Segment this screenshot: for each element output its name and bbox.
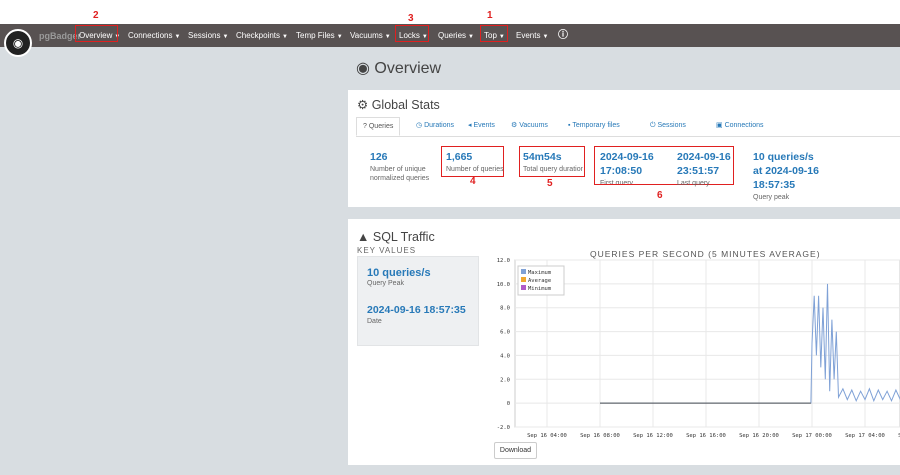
stat-queries-value: 1,665 (446, 151, 473, 163)
annotation-box-locks (395, 25, 429, 42)
annotation-box-top (480, 25, 508, 42)
caret-down-icon: ▼ (174, 34, 181, 40)
tab-connections[interactable]: ▣ Connections (716, 117, 764, 136)
legend-label: Minimum (528, 286, 552, 292)
top-band (0, 0, 900, 24)
nav-events[interactable]: Events ▼ (516, 24, 548, 47)
stat-duration-label: Total query duration (523, 166, 583, 173)
tab-durations[interactable]: ◷ Durations (416, 117, 454, 136)
stat-unique-queries-value: 126 (370, 151, 388, 163)
caret-down-icon: ▼ (336, 34, 343, 40)
y-tick-label: 10.0 (497, 282, 510, 288)
power-icon: ⏻ (650, 122, 656, 129)
stat-last-date: 2024-09-16 (677, 151, 731, 163)
stat-unique-queries-label-2: normalized queries (370, 175, 430, 182)
x-tick-label: Sep 16 16:00 (686, 433, 726, 439)
nav-connections[interactable]: Connections ▼ (128, 24, 180, 47)
annotation-number-5: 5 (547, 178, 553, 189)
tab-vacuums[interactable]: ⚙ Vacuums (511, 117, 548, 136)
plot-area (514, 259, 900, 428)
x-tick-label: Sep 16 20:00 (739, 433, 779, 439)
page-title: ◉ Overview (356, 60, 442, 77)
stat-unique-queries-label-1: Number of unique (370, 166, 426, 173)
caret-down-icon: ▼ (542, 34, 549, 40)
queries-chart: 12.0 10.0 8.0 6.0 4.0 2.0 0 -2.0 Sep 16 04:00 Sep… (497, 258, 900, 439)
caret-down-icon: ▼ (468, 34, 474, 40)
tab-queries[interactable]: ? Queries (356, 117, 401, 136)
global-stats-title: ⚙ Global Stats (357, 98, 440, 112)
key-values-box: 10 queries/s Query Peak 2024-09-16 18:57… (357, 256, 479, 346)
brand[interactable]: ◉ pgBadger (4, 24, 81, 57)
caret-down-icon: ▼ (222, 34, 229, 40)
tab-events[interactable]: ◂ Events (468, 117, 495, 136)
kv-peak-label: Query Peak (367, 280, 404, 287)
stat-first-time: 17:08:50 (600, 165, 643, 177)
cogs-icon: ⚙ (511, 122, 518, 129)
navbar: ◉ pgBadger Overview ▼ Connections ▼ Sessio… (0, 24, 900, 57)
y-tick-label: 0 (507, 401, 510, 407)
legend-label: Average (528, 278, 551, 284)
x-tick-label: Sep 17 04:00 (845, 433, 885, 439)
legend-label: Maximum (528, 270, 552, 276)
x-tick-label: Sep 17 00:00 (792, 433, 832, 439)
annotation-number-4: 4 (470, 176, 476, 187)
caret-down-icon: ▼ (282, 34, 288, 40)
nav-queries[interactable]: Queries ▼ (438, 24, 474, 47)
pgbadger-logo: ◉ (4, 28, 32, 57)
stat-duration-value: 54m54s (523, 151, 562, 163)
stat-last-label: Last query (677, 180, 710, 187)
x-tick-label: Sep 16 04:00 (527, 433, 567, 439)
x-tick-label: Sep 16 08:00 (580, 433, 620, 439)
eye-icon: ◉ (356, 60, 370, 77)
stat-peak-time: 18:57:35 (753, 179, 796, 191)
tab-sessions[interactable]: ⏻ Sessions (650, 117, 686, 136)
legend-swatch (521, 285, 526, 290)
nav-temp-files[interactable]: Temp Files ▼ (296, 24, 343, 47)
x-tick-label: Sep 16 12:00 (633, 433, 673, 439)
legend-swatch (521, 269, 526, 274)
caret-down-icon: ▼ (384, 34, 391, 40)
y-tick-label: 12.0 (497, 258, 510, 264)
stat-peak-label: Query peak (753, 194, 790, 201)
tab-divider (356, 136, 900, 137)
road-icon: ▲ (357, 230, 370, 244)
tab-temporary-files[interactable]: ▪ Temporary files (568, 117, 620, 136)
file-icon: ▪ (568, 122, 571, 129)
question-icon: ? (363, 123, 367, 130)
y-tick-label: 2.0 (500, 377, 510, 383)
stat-first-date: 2024-09-16 (600, 151, 654, 163)
y-tick-label: -2.0 (497, 425, 510, 431)
kv-date-value: 2024-09-16 18:57:35 (367, 304, 466, 316)
stat-queries-label: Number of queries (446, 166, 504, 173)
stat-last-time: 23:51:57 (677, 165, 720, 177)
plug-icon: ▣ (716, 122, 723, 129)
y-tick-label: 8.0 (500, 306, 510, 312)
nav-vacuums[interactable]: Vacuums ▼ (350, 24, 391, 47)
stat-peak-value: 10 queries/s (753, 151, 814, 163)
y-tick-label: 6.0 (500, 330, 510, 336)
stat-first-label: First query (600, 180, 634, 184)
key-values-title: KEY VALUES (357, 246, 417, 255)
nav-checkpoints[interactable]: Checkpoints ▼ (236, 24, 288, 47)
dashboard-icon: ⚙ (357, 98, 369, 112)
annotation-number-6: 6 (657, 190, 663, 201)
y-tick-label: 4.0 (500, 353, 510, 359)
annotation-number-2: 2 (93, 10, 99, 21)
legend-swatch (521, 277, 526, 282)
kv-date-label: Date (367, 318, 382, 325)
annotation-number-3: 3 (408, 13, 414, 24)
info-icon[interactable]: ⓘ (558, 24, 568, 47)
annotation-box-overview (75, 25, 118, 42)
kv-peak-value: 10 queries/s (367, 267, 431, 279)
stat-peak-at: at 2024-09-16 (753, 165, 819, 177)
annotation-number-1: 1 (487, 10, 493, 21)
bullhorn-icon: ◂ (468, 122, 472, 129)
clock-icon: ◷ (416, 122, 423, 129)
download-button[interactable]: Download (494, 442, 537, 459)
sql-traffic-title: ▲ SQL Traffic (357, 230, 435, 244)
nav-sessions[interactable]: Sessions ▼ (188, 24, 228, 47)
